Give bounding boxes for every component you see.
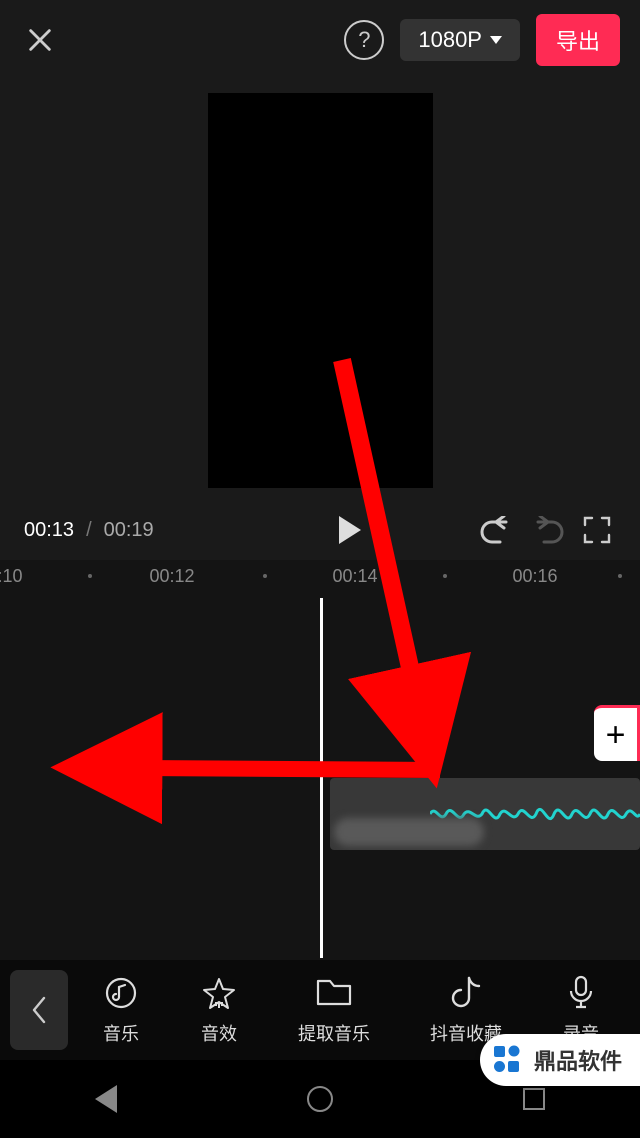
toolbar-music[interactable]: 音乐	[102, 974, 140, 1046]
undo-button[interactable]	[478, 511, 516, 549]
time-mark: 00:16	[512, 566, 557, 587]
playback-controls: 00:13 / 00:19	[0, 500, 640, 560]
chevron-down-icon	[490, 36, 502, 44]
toolbar-douyin[interactable]: 抖音收藏	[430, 974, 502, 1046]
toolbar-label: 音效	[201, 1020, 237, 1046]
time-mark: 0:10	[0, 566, 23, 587]
export-label: 导出	[556, 29, 600, 54]
preview-area[interactable]	[0, 80, 640, 500]
export-button[interactable]: 导出	[536, 14, 620, 66]
help-icon[interactable]: ?	[344, 20, 384, 60]
time-mark: 00:12	[149, 566, 194, 587]
toolbar-extract[interactable]: 提取音乐	[298, 974, 370, 1046]
watermark-logo-icon	[492, 1044, 524, 1076]
fullscreen-button[interactable]	[578, 511, 616, 549]
timeline[interactable]: 0:10 00:12 00:14 00:16 +	[0, 560, 640, 960]
watermark-text: 鼎品软件	[534, 1044, 622, 1076]
toolbar-label: 提取音乐	[298, 1020, 370, 1046]
resolution-dropdown[interactable]: 1080P	[400, 19, 520, 61]
time-separator: /	[86, 519, 92, 542]
star-icon	[200, 974, 238, 1012]
timeline-ruler: 0:10 00:12 00:14 00:16	[0, 560, 640, 598]
add-clip-button[interactable]: +	[594, 705, 640, 761]
time-mark: 00:14	[332, 566, 377, 587]
playhead[interactable]	[320, 598, 323, 958]
ruler-dot	[618, 574, 622, 578]
plus-icon: +	[606, 718, 626, 752]
close-button[interactable]	[20, 20, 60, 60]
redo-button[interactable]	[528, 511, 566, 549]
nav-recents-icon[interactable]	[523, 1088, 545, 1110]
current-time: 00:13	[24, 519, 74, 542]
nav-back-icon[interactable]	[95, 1085, 117, 1113]
video-preview	[208, 93, 433, 488]
music-icon	[102, 974, 140, 1012]
ruler-dot	[263, 574, 267, 578]
back-button[interactable]	[10, 970, 68, 1050]
toolbar-sfx[interactable]: 音效	[200, 974, 238, 1046]
total-duration: 00:19	[104, 519, 154, 542]
ruler-dot	[88, 574, 92, 578]
folder-icon	[315, 974, 353, 1012]
douyin-icon	[447, 974, 485, 1012]
play-button[interactable]	[328, 511, 366, 549]
ruler-dot	[443, 574, 447, 578]
audio-clip[interactable]	[330, 778, 640, 850]
resolution-label: 1080P	[418, 27, 482, 53]
nav-home-icon[interactable]	[307, 1086, 333, 1112]
clip-label-blurred	[334, 818, 484, 846]
watermark-badge: 鼎品软件	[480, 1034, 640, 1086]
microphone-icon	[562, 974, 600, 1012]
toolbar-label: 音乐	[103, 1020, 139, 1046]
